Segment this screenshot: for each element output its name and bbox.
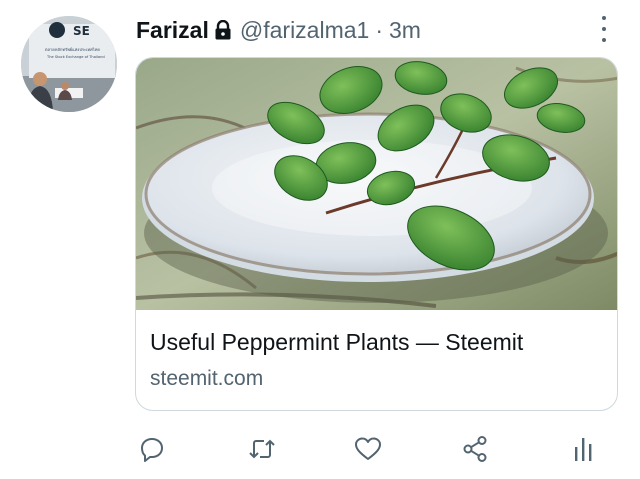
more-vertical-icon[interactable] bbox=[596, 16, 612, 42]
avatar[interactable]: SE ตลาดหลักทรัพย์แห่งประเทศไทย The Stock… bbox=[21, 16, 117, 112]
comment-bubble-icon[interactable] bbox=[135, 432, 169, 466]
lock-icon bbox=[214, 20, 232, 40]
avatar-logo: SE bbox=[73, 24, 90, 38]
retweet-icon[interactable] bbox=[245, 432, 279, 466]
analytics-bars-icon[interactable] bbox=[566, 432, 600, 466]
tweet-time[interactable]: 3m bbox=[389, 17, 421, 44]
tweet-header: Farizal @farizalma1 · 3m bbox=[136, 14, 421, 46]
action-bar bbox=[0, 432, 640, 466]
avatar-text-line2: The Stock Exchange of Thailand bbox=[46, 55, 105, 59]
heart-icon[interactable] bbox=[351, 432, 385, 466]
card-domain: steemit.com bbox=[150, 367, 264, 390]
author-name[interactable]: Farizal bbox=[136, 17, 209, 44]
avatar-text-line1: ตลาดหลักทรัพย์แห่งประเทศไทย bbox=[45, 47, 100, 52]
share-icon[interactable] bbox=[459, 432, 493, 466]
card-image bbox=[136, 58, 617, 310]
avatar-photo: SE ตลาดหลักทรัพย์แห่งประเทศไทย The Stock… bbox=[21, 16, 117, 112]
link-card[interactable]: Useful Peppermint Plants — Steemit steem… bbox=[135, 57, 618, 411]
card-title: Useful Peppermint Plants — Steemit bbox=[150, 329, 524, 355]
separator-dot: · bbox=[375, 16, 383, 43]
card-text: Useful Peppermint Plants — Steemit steem… bbox=[150, 328, 523, 392]
author-handle[interactable]: @farizalma1 bbox=[240, 17, 369, 44]
